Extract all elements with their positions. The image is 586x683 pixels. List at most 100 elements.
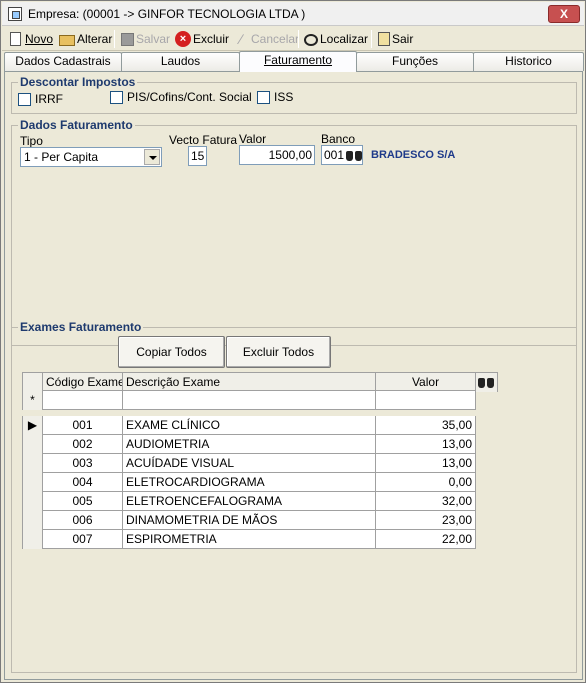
- delete-button[interactable]: × Excluir: [175, 30, 229, 48]
- exit-door-icon: [378, 32, 390, 46]
- checkbox-box: [257, 90, 270, 104]
- chevron-down-icon[interactable]: [144, 149, 160, 165]
- group-title: Exames Faturamento: [18, 320, 144, 334]
- find-button[interactable]: Localizar: [304, 30, 368, 48]
- column-header-descricao[interactable]: Descrição Exame: [123, 373, 376, 392]
- folder-edit-icon: [59, 35, 75, 46]
- tipo-label: Tipo: [20, 134, 43, 148]
- dados-faturamento-group: Dados Faturamento Tipo 1 - Per Capita Ve…: [11, 119, 577, 346]
- cancel-button[interactable]: ∕ Cancelar: [233, 30, 299, 48]
- descricao-cell[interactable]: ELETROCARDIOGRAMA: [123, 473, 376, 492]
- cancel-icon: ∕: [239, 31, 243, 47]
- row-indicator: [22, 473, 43, 492]
- toolbar: Novo Alterar Salvar × Excluir ∕ Cancelar…: [2, 27, 584, 51]
- valor-cell[interactable]: 35,00: [376, 416, 476, 435]
- table-row[interactable]: 007 ESPIROMETRIA 22,00: [22, 530, 476, 549]
- valor-cell[interactable]: 13,00: [376, 454, 476, 473]
- valor-cell[interactable]: 22,00: [376, 530, 476, 549]
- valor-cell[interactable]: 13,00: [376, 435, 476, 454]
- excluir-todos-button[interactable]: Excluir Todos: [226, 336, 331, 368]
- vecto-input[interactable]: 15: [188, 146, 207, 166]
- row-indicator: [22, 435, 43, 454]
- vecto-label: Vecto Fatura: [169, 133, 238, 147]
- codigo-cell[interactable]: 002: [43, 435, 123, 454]
- column-header-codigo[interactable]: Código Exame: [43, 373, 123, 392]
- codigo-cell[interactable]: 001: [43, 416, 123, 435]
- banco-label: Banco: [321, 132, 356, 146]
- descricao-cell[interactable]: EXAME CLÍNICO: [123, 416, 376, 435]
- toolbar-separator: [114, 30, 115, 48]
- grid-cell[interactable]: [376, 391, 476, 410]
- save-icon: [121, 32, 134, 46]
- row-indicator-header: [22, 373, 43, 392]
- codigo-cell[interactable]: 003: [43, 454, 123, 473]
- binoculars-icon: [477, 374, 495, 390]
- tab-dados-cadastrais[interactable]: Dados Cadastrais: [4, 52, 122, 71]
- tab-funcoes[interactable]: Funções: [356, 52, 474, 71]
- row-indicator: ▶: [22, 416, 43, 435]
- copiar-todos-button[interactable]: Copiar Todos: [118, 336, 225, 368]
- new-row[interactable]: *: [22, 391, 476, 410]
- checkbox-box: [18, 92, 31, 106]
- table-row[interactable]: 002 AUDIOMETRIA 13,00: [22, 435, 476, 454]
- codigo-cell[interactable]: 005: [43, 492, 123, 511]
- grid-cell[interactable]: [43, 391, 123, 410]
- grid-header: Código Exame Descrição Exame Valor: [22, 372, 498, 392]
- new-document-icon: [10, 32, 21, 46]
- valor-cell[interactable]: 23,00: [376, 511, 476, 530]
- descricao-cell[interactable]: ESPIROMETRIA: [123, 530, 376, 549]
- descricao-cell[interactable]: ELETROENCEFALOGRAMA: [123, 492, 376, 511]
- table-row[interactable]: 006 DINAMOMETRIA DE MÃOS 23,00: [22, 511, 476, 530]
- codigo-cell[interactable]: 004: [43, 473, 123, 492]
- valor-input[interactable]: 1500,00: [239, 145, 315, 165]
- irrf-checkbox[interactable]: IRRF: [18, 92, 63, 106]
- app-window: Empresa: (00001 -> GINFOR TECNOLOGIA LTD…: [0, 0, 586, 683]
- save-button[interactable]: Salvar: [121, 30, 170, 48]
- window-icon: [8, 7, 22, 21]
- exit-button[interactable]: Sair: [378, 30, 413, 48]
- toolbar-separator: [371, 30, 372, 48]
- checkbox-box: [110, 90, 123, 104]
- pis-cofins-checkbox[interactable]: PIS/Cofins/Cont. Social: [110, 90, 252, 104]
- table-row[interactable]: 004 ELETROCARDIOGRAMA 0,00: [22, 473, 476, 492]
- table-row[interactable]: 005 ELETROENCEFALOGRAMA 32,00: [22, 492, 476, 511]
- row-indicator: [22, 492, 43, 511]
- valor-cell[interactable]: 0,00: [376, 473, 476, 492]
- column-header-valor[interactable]: Valor: [376, 373, 476, 392]
- tab-historico[interactable]: Historico: [473, 52, 584, 71]
- tab-laudos[interactable]: Laudos: [121, 52, 240, 71]
- new-row-marker: *: [22, 391, 43, 410]
- table-row[interactable]: 003 ACUÍDADE VISUAL 13,00: [22, 454, 476, 473]
- toolbar-separator: [298, 30, 299, 48]
- faturamento-panel: Descontar Impostos IRRF PIS/Cofins/Cont.…: [4, 71, 583, 680]
- row-indicator: [22, 530, 43, 549]
- group-title: Descontar Impostos: [18, 75, 138, 89]
- tab-strip: Dados Cadastrais Laudos Faturamento Funç…: [2, 51, 584, 72]
- grid-search-button[interactable]: [476, 373, 498, 392]
- valor-cell[interactable]: 32,00: [376, 492, 476, 511]
- table-row[interactable]: ▶ 001 EXAME CLÍNICO 35,00: [22, 416, 476, 435]
- descricao-cell[interactable]: ACUÍDADE VISUAL: [123, 454, 376, 473]
- iss-checkbox[interactable]: ISS: [257, 90, 293, 104]
- tab-faturamento[interactable]: Faturamento: [239, 51, 357, 72]
- row-indicator: [22, 511, 43, 530]
- tipo-select[interactable]: 1 - Per Capita: [20, 147, 162, 167]
- title-bar: Empresa: (00001 -> GINFOR TECNOLOGIA LTD…: [2, 2, 584, 26]
- delete-icon: ×: [175, 31, 191, 47]
- find-eye-icon: [304, 34, 318, 46]
- descontar-impostos-group: Descontar Impostos IRRF PIS/Cofins/Cont.…: [11, 76, 577, 114]
- bank-name: BRADESCO S/A: [371, 149, 456, 161]
- descricao-cell[interactable]: AUDIOMETRIA: [123, 435, 376, 454]
- codigo-cell[interactable]: 006: [43, 511, 123, 530]
- valor-label: Valor: [239, 132, 267, 146]
- new-button[interactable]: Novo: [8, 30, 53, 48]
- row-indicator: [22, 454, 43, 473]
- descricao-cell[interactable]: DINAMOMETRIA DE MÃOS: [123, 511, 376, 530]
- window-title: Empresa: (00001 -> GINFOR TECNOLOGIA LTD…: [28, 7, 306, 21]
- binoculars-search-icon[interactable]: [345, 147, 363, 163]
- group-title: Dados Faturamento: [18, 118, 135, 132]
- close-button[interactable]: X: [548, 5, 580, 23]
- grid-cell[interactable]: [123, 391, 376, 410]
- edit-button[interactable]: Alterar: [59, 30, 112, 48]
- codigo-cell[interactable]: 007: [43, 530, 123, 549]
